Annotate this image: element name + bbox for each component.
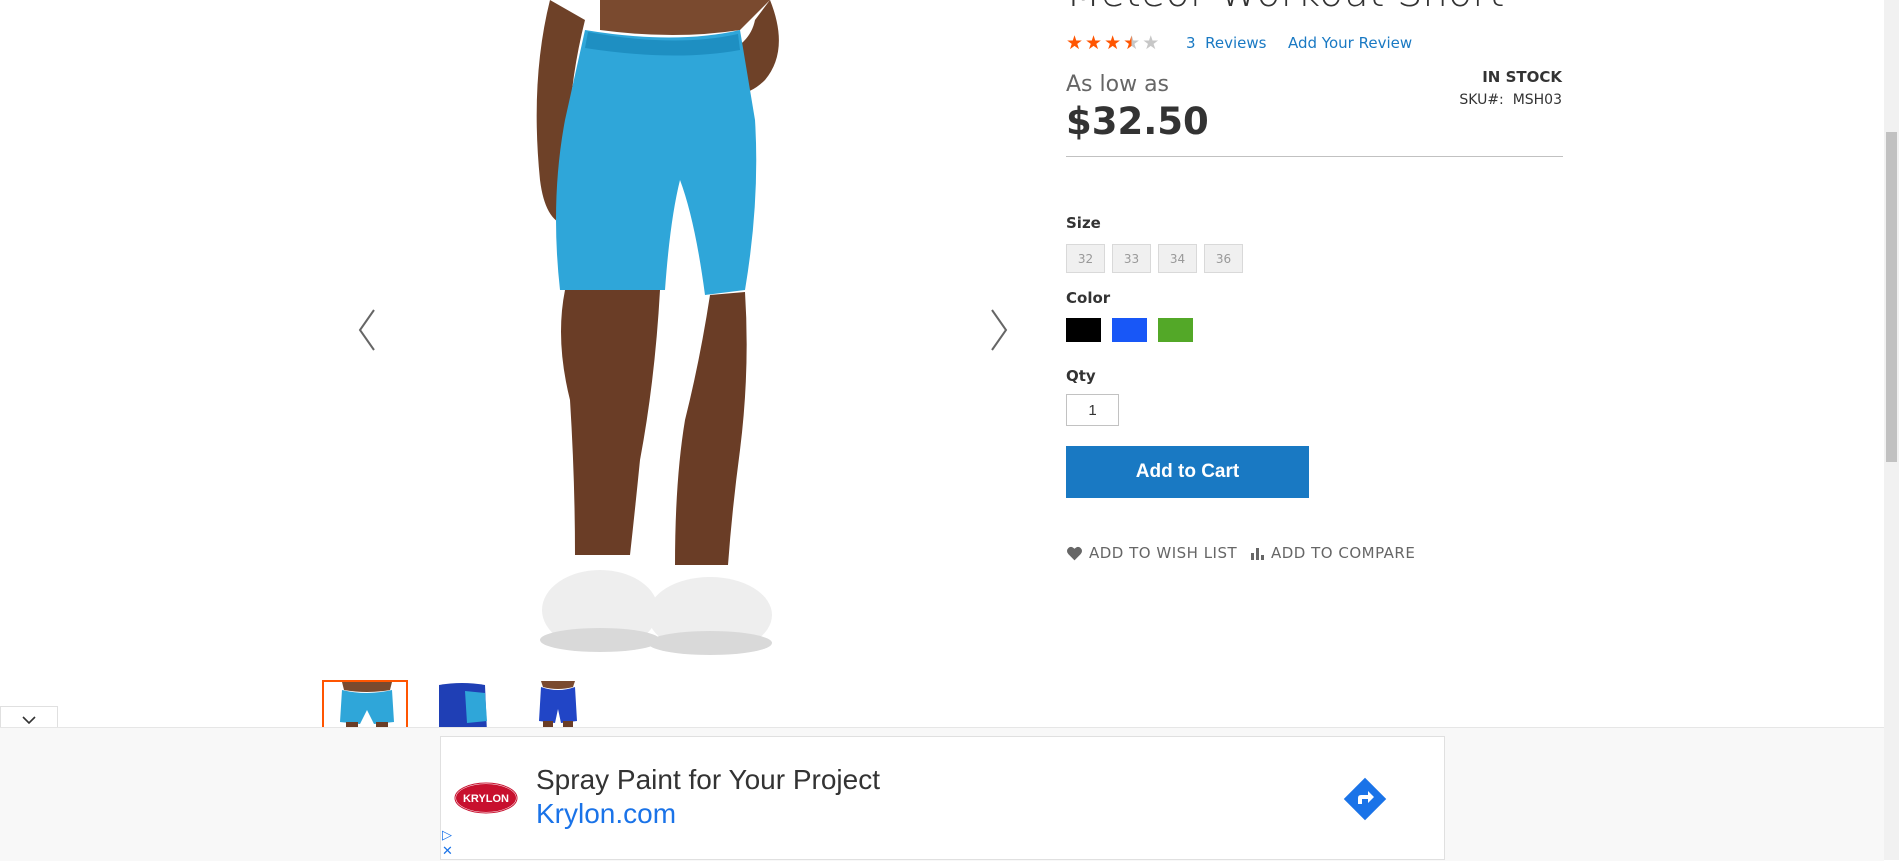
compare-label: ADD TO COMPARE xyxy=(1271,544,1416,562)
add-review-link[interactable]: Add Your Review xyxy=(1288,34,1412,52)
star-half-icon: ★ xyxy=(1123,32,1141,54)
add-to-cart-button[interactable]: Add to Cart xyxy=(1066,446,1309,498)
color-swatch-green[interactable] xyxy=(1158,318,1193,342)
star-icon: ★ xyxy=(1104,32,1122,54)
gallery-thumbnail[interactable] xyxy=(514,680,600,732)
ad-url[interactable]: Krylon.com xyxy=(536,798,676,830)
price-prefix: As low as xyxy=(1066,72,1170,97)
add-to-wishlist-link[interactable]: ADD TO WISH LIST xyxy=(1066,544,1237,562)
size-options: 32 33 34 36 xyxy=(1066,244,1243,273)
reviews-link[interactable]: 3 Reviews xyxy=(1186,34,1266,52)
compare-chart-icon xyxy=(1251,547,1264,560)
price-divider xyxy=(1066,156,1563,157)
sku-label: SKU#: xyxy=(1459,92,1504,108)
stock-status: IN STOCK xyxy=(1482,68,1562,86)
size-option-34[interactable]: 34 xyxy=(1158,244,1197,273)
star-icon: ★ xyxy=(1066,32,1084,54)
gallery-thumbnail[interactable] xyxy=(418,680,504,732)
gallery-next-arrow-icon[interactable] xyxy=(978,300,1018,360)
product-price: $32.50 xyxy=(1066,100,1209,143)
wishlist-label: ADD TO WISH LIST xyxy=(1089,544,1238,562)
gallery-thumbnails xyxy=(322,680,600,732)
reviews-label: Reviews xyxy=(1205,34,1267,52)
scrollbar-thumb[interactable] xyxy=(1886,132,1897,462)
qty-label: Qty xyxy=(1066,367,1096,385)
size-option-32[interactable]: 32 xyxy=(1066,244,1105,273)
directions-arrow-icon[interactable] xyxy=(1340,774,1390,824)
sku: SKU#: MSH03 xyxy=(1459,92,1562,108)
heart-icon xyxy=(1067,546,1082,560)
adchoices-icon[interactable]: ▷ xyxy=(442,828,452,843)
krylon-logo[interactable]: KRYLON xyxy=(454,782,518,814)
star-icon: ★ xyxy=(1085,32,1103,54)
product-title: Meteor Workout Short xyxy=(1066,0,1504,16)
add-to-compare-link[interactable]: ADD TO COMPARE xyxy=(1250,544,1415,562)
color-options xyxy=(1066,318,1193,342)
ad-close-icon[interactable]: ✕ xyxy=(442,844,453,859)
reviews-count: 3 xyxy=(1186,34,1196,52)
size-label: Size xyxy=(1066,214,1101,232)
size-option-33[interactable]: 33 xyxy=(1112,244,1151,273)
gallery-thumbnail[interactable] xyxy=(322,680,408,732)
product-main-image[interactable] xyxy=(470,0,880,676)
star-empty-icon: ★ xyxy=(1142,32,1160,54)
sku-value: MSH03 xyxy=(1512,92,1562,108)
qty-input[interactable] xyxy=(1066,394,1119,426)
color-swatch-black[interactable] xyxy=(1066,318,1101,342)
chevron-down-icon xyxy=(22,716,36,725)
size-option-36[interactable]: 36 xyxy=(1204,244,1243,273)
rating-stars: ★ ★ ★ ★ ★ xyxy=(1066,32,1159,54)
color-swatch-blue[interactable] xyxy=(1112,318,1147,342)
color-label: Color xyxy=(1066,289,1111,307)
ad-headline[interactable]: Spray Paint for Your Project xyxy=(536,764,880,796)
gallery-prev-arrow-icon[interactable] xyxy=(348,300,388,360)
svg-text:KRYLON: KRYLON xyxy=(463,793,509,805)
